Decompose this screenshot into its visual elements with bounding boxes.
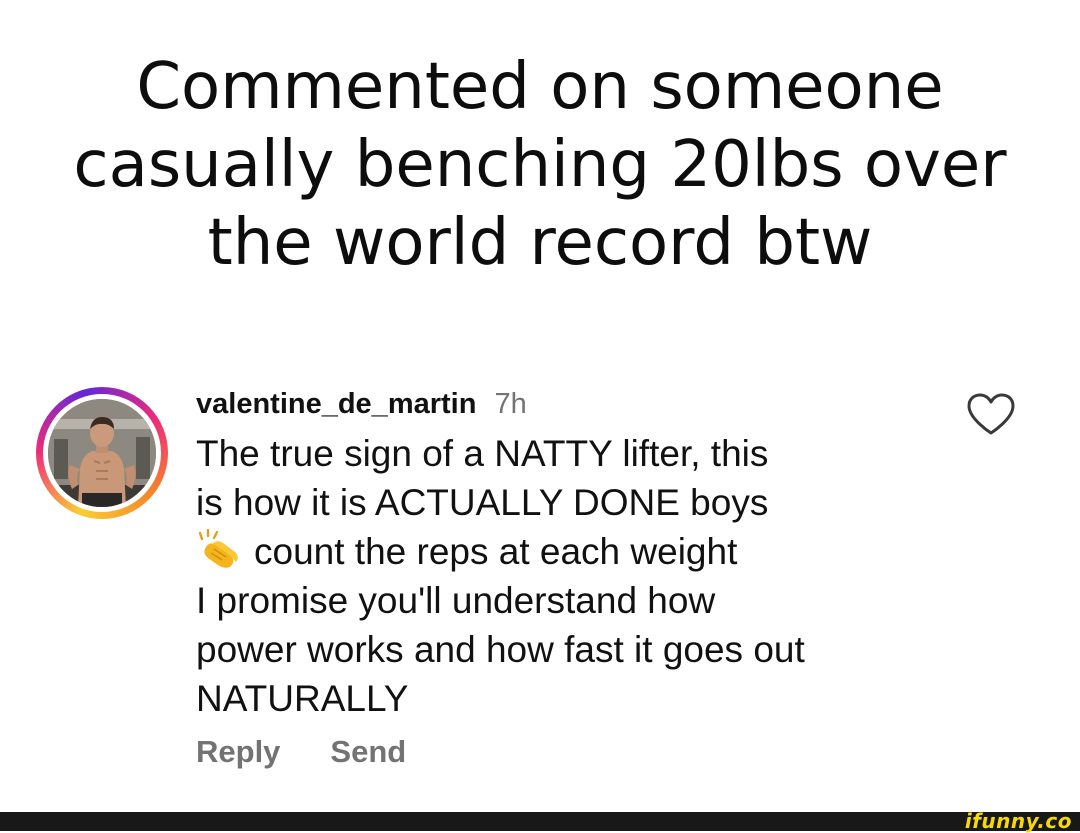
avatar-ring-gap [43, 394, 161, 512]
comment-line: NATURALLY [196, 678, 409, 719]
footer-bar: ifunny.co [0, 809, 1080, 833]
send-button[interactable]: Send [330, 734, 406, 770]
username[interactable]: valentine_de_martin [196, 388, 476, 421]
profile-photo [48, 399, 156, 507]
comment: valentine_de_martin 7h The true sign of … [196, 380, 956, 770]
meme-caption: Commented on someone casually benching 2… [0, 48, 1080, 282]
comment-time: 7h [494, 387, 527, 420]
comment-line: is how it is ACTUALLY DONE boys [196, 482, 769, 523]
comment-line-with-emoji: count the reps at each weight [196, 527, 956, 576]
caption-line: casually benching 20lbs over [73, 128, 1007, 202]
watermark-logo: ifunny.co [964, 809, 1072, 833]
avatar[interactable] [36, 387, 168, 519]
heart-outline-icon[interactable] [966, 392, 1016, 436]
comment-line: The true sign of a NATTY lifter, this [196, 433, 769, 474]
comment-actions: Reply Send [196, 734, 956, 770]
comment-header: valentine_de_martin 7h [196, 380, 956, 428]
caption-line: the world record btw [207, 206, 873, 280]
clapping-hands-icon [198, 529, 238, 568]
profile-photo-drawing [48, 399, 156, 507]
comment-line: power works and how fast it goes out [196, 629, 805, 670]
comment-line: I promise you'll understand how [196, 580, 716, 621]
caption-line: Commented on someone [136, 50, 944, 124]
reply-button[interactable]: Reply [196, 734, 280, 770]
comment-line: count the reps at each weight [254, 531, 738, 572]
comment-body: The true sign of a NATTY lifter, this is… [196, 429, 956, 723]
